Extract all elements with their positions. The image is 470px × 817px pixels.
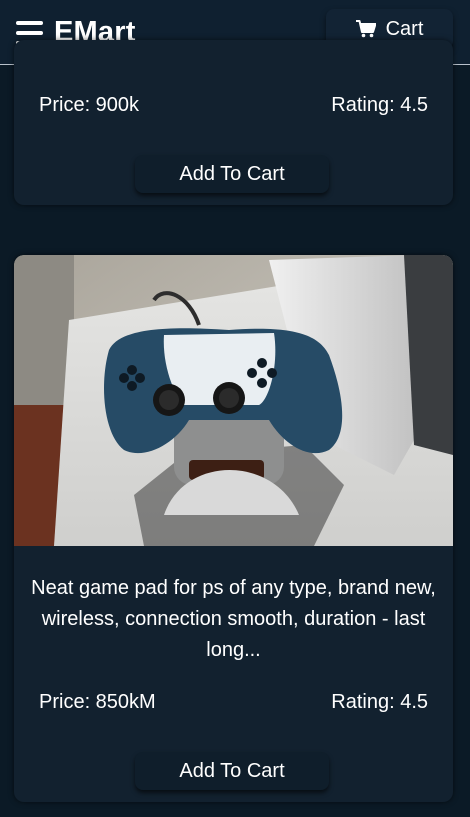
product-rating: Rating: 4.5	[331, 691, 428, 713]
product-meta: Price: 900k Rating: 4.5	[14, 94, 453, 117]
product-card: Neat game pad for ps of any type, brand …	[14, 255, 453, 802]
shopping-cart-icon	[355, 20, 376, 38]
product-image[interactable]	[14, 255, 453, 546]
product-meta: Price: 850kM Rating: 4.5	[14, 691, 453, 714]
add-to-cart-button[interactable]: Add To Cart	[135, 155, 329, 193]
product-description: Neat game pad for ps of any type, brand …	[31, 577, 436, 661]
product-price: Price: 850kM	[39, 691, 156, 713]
add-to-cart-button[interactable]: Add To Cart	[135, 752, 329, 790]
cart-button-label: Cart	[385, 17, 424, 40]
product-card: Price: 900k Rating: 4.5 Add To Cart	[14, 40, 453, 205]
product-price: Price: 900k	[39, 94, 140, 116]
product-rating: Rating: 4.5	[331, 94, 428, 116]
gamepad-photo	[14, 255, 453, 546]
